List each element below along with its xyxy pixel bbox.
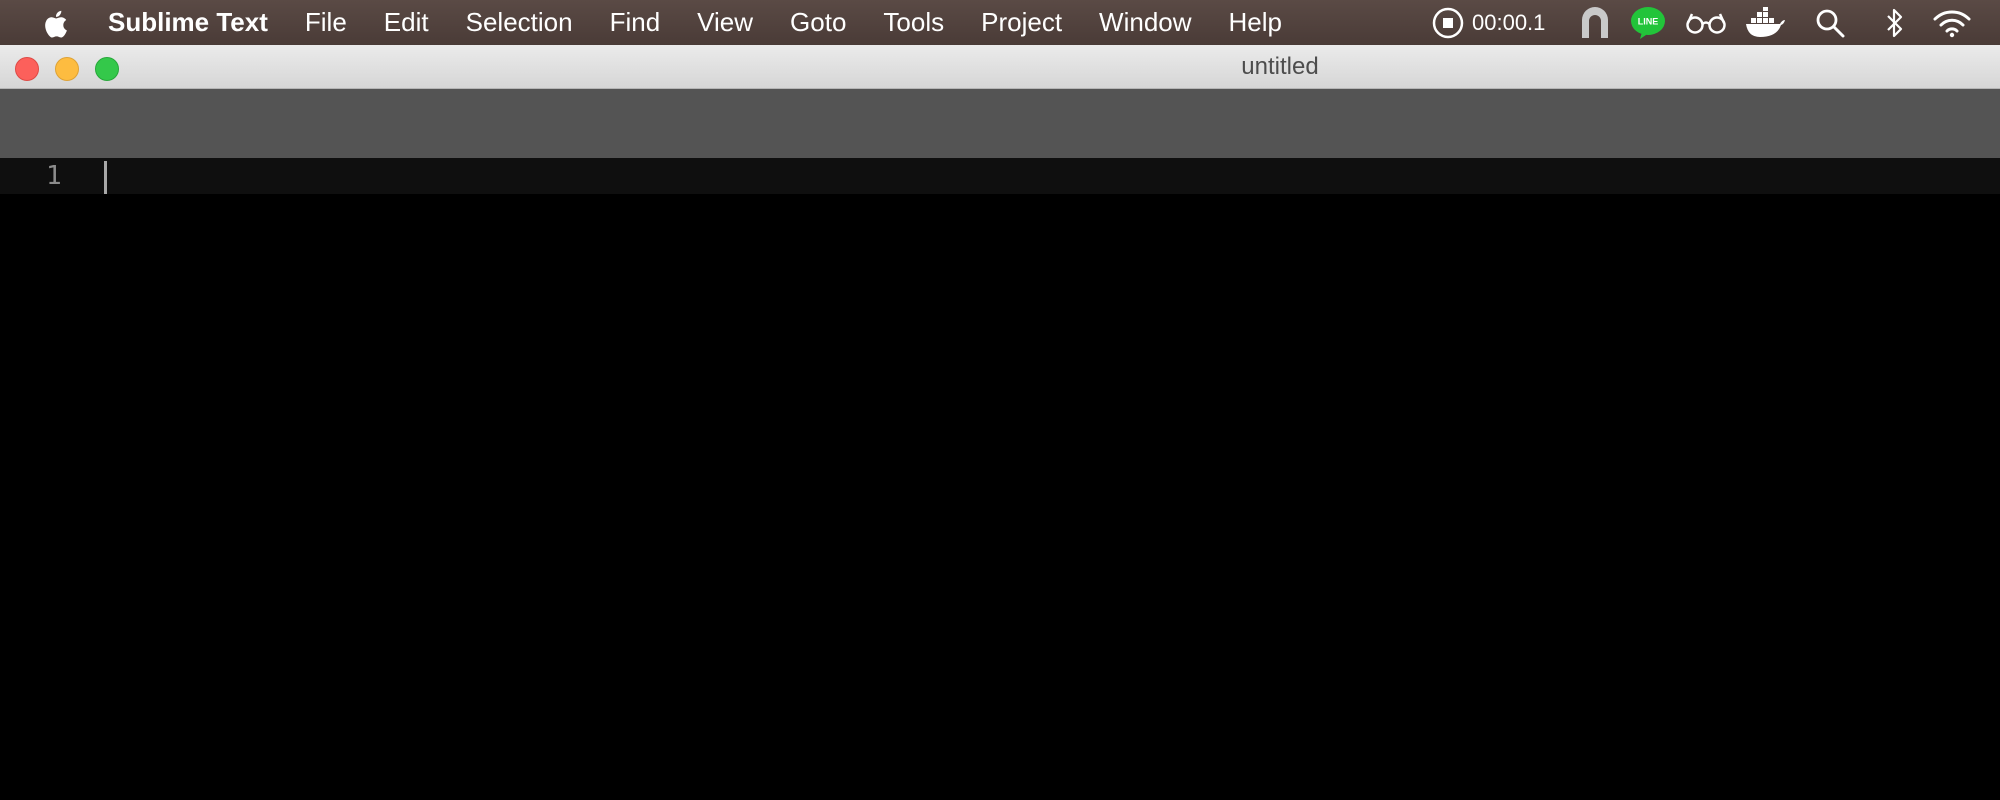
- bluetooth-icon[interactable]: [1880, 0, 1910, 45]
- menu-help[interactable]: Help: [1229, 7, 1282, 38]
- vpn-icon[interactable]: [1577, 0, 1613, 45]
- menu-bar: Sublime Text File Edit Selection Find Vi…: [0, 0, 2000, 45]
- menu-project[interactable]: Project: [981, 7, 1062, 38]
- recording-timer: 00:00.1: [1472, 0, 1558, 45]
- menu-selection[interactable]: Selection: [466, 7, 573, 38]
- menu-app-name[interactable]: Sublime Text: [108, 7, 268, 38]
- apple-icon[interactable]: [40, 8, 68, 40]
- menu-edit[interactable]: Edit: [384, 7, 429, 38]
- menu-items: Sublime Text File Edit Selection Find Vi…: [108, 0, 1319, 45]
- line-app-icon[interactable]: LINE: [1628, 0, 1668, 45]
- glasses-icon[interactable]: [1684, 0, 1728, 45]
- tab-bar[interactable]: [0, 89, 2000, 158]
- menu-find[interactable]: Find: [610, 7, 661, 38]
- menu-file[interactable]: File: [305, 7, 347, 38]
- text-cursor: [104, 161, 107, 194]
- wifi-icon[interactable]: [1930, 0, 1974, 45]
- window-titlebar[interactable]: untitled: [0, 45, 2000, 89]
- menu-tools[interactable]: Tools: [883, 7, 944, 38]
- recording-time-label: 00:00.1: [1472, 9, 1546, 35]
- window-title: untitled: [1241, 53, 1319, 80]
- docker-icon[interactable]: [1743, 0, 1787, 45]
- search-icon[interactable]: [1812, 0, 1848, 45]
- menu-window[interactable]: Window: [1099, 7, 1191, 38]
- editor-area[interactable]: 1: [0, 158, 2000, 800]
- menu-view[interactable]: View: [697, 7, 753, 38]
- line-badge-label: LINE: [1638, 16, 1659, 26]
- current-line-highlight: [0, 158, 2000, 194]
- record-stop-icon[interactable]: [1430, 0, 1466, 45]
- menu-goto[interactable]: Goto: [790, 7, 846, 38]
- line-number: 1: [46, 161, 62, 191]
- editor-window: untitled 1: [0, 45, 2000, 800]
